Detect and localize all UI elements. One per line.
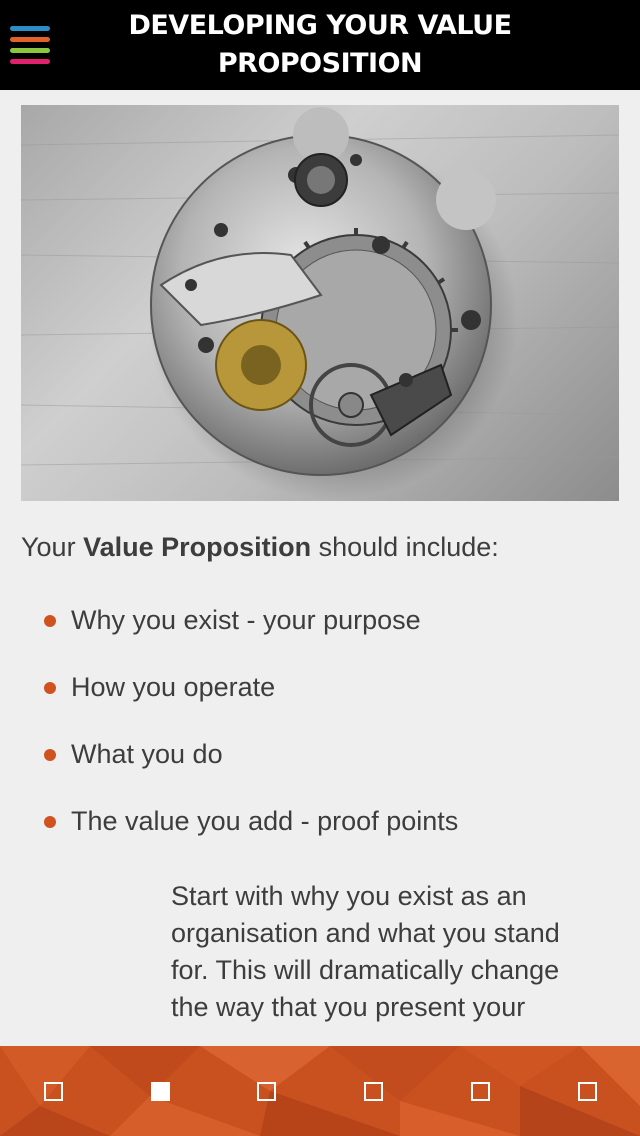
bullet-text: Why you exist - your purpose [71, 605, 421, 635]
watch-movement-illustration [21, 107, 619, 500]
body-paragraph: Start with why you exist as an organisat… [171, 881, 560, 1022]
page-dot-6[interactable] [578, 1082, 597, 1101]
menu-bar-1 [10, 26, 50, 31]
menu-bar-4 [10, 59, 50, 64]
list-item: Why you exist - your purpose [44, 587, 624, 654]
bullet-text: How you operate [71, 672, 276, 702]
bullet-text: The value you add - proof points [71, 806, 459, 836]
intro-suffix: should include: [311, 532, 499, 562]
bullet-icon [44, 815, 56, 828]
list-item: What you do [44, 721, 624, 788]
bullet-icon [44, 681, 56, 694]
bullet-text: What you do [71, 739, 223, 769]
page-dot-1[interactable] [44, 1082, 63, 1101]
bullet-icon [44, 614, 56, 627]
main-content: Your Value Proposition should include: W… [0, 90, 640, 1046]
header-bar: DEVELOPING YOUR VALUE PROPOSITION [0, 0, 640, 90]
page-dot-2[interactable] [151, 1082, 170, 1101]
footer-pagination [0, 1046, 640, 1136]
page-title: DEVELOPING YOUR VALUE PROPOSITION [128, 10, 512, 79]
page-dot-5[interactable] [471, 1082, 490, 1101]
bullet-icon [44, 748, 56, 761]
page-dot-4[interactable] [364, 1082, 383, 1101]
intro-emphasis: Value Proposition [83, 532, 312, 562]
intro-prefix: Your [21, 532, 84, 562]
menu-bar-3 [10, 48, 50, 53]
list-item: How you operate [44, 654, 624, 721]
page-dot-3[interactable] [257, 1082, 276, 1101]
menu-bar-2 [10, 37, 50, 42]
intro-text: Your Value Proposition should include: [21, 532, 621, 563]
menu-icon[interactable] [10, 26, 50, 64]
page-indicator [0, 1046, 640, 1136]
bullet-list: Why you exist - your purpose How you ope… [44, 587, 624, 855]
list-item: The value you add - proof points [44, 788, 624, 855]
hero-image [21, 105, 619, 501]
